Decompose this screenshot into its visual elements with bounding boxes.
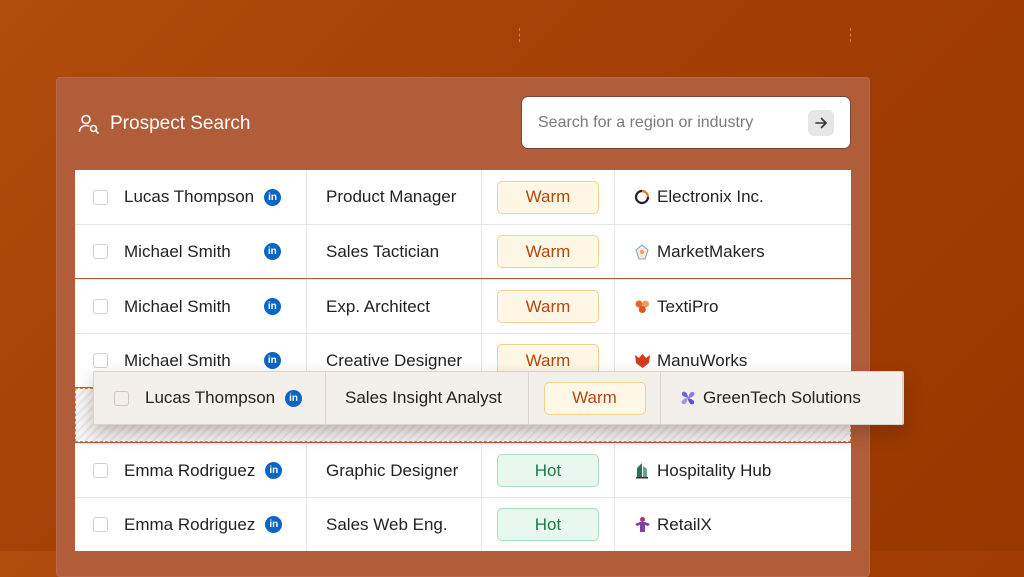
job-title: Sales Web Eng. [307,498,482,551]
company-cell: Hospitality Hub [615,444,851,497]
status-badge: Hot [497,454,599,487]
table-row[interactable]: Lucas Thompson in Product Manager Warm E… [75,170,851,224]
table-row[interactable]: Emma Rodriguez in Sales Web Eng. Hot Ret… [75,497,851,551]
row-checkbox[interactable] [93,463,108,478]
arrow-right-icon [815,117,827,128]
status-cell: Warm [482,280,615,333]
table-row[interactable]: Michael Smith in Exp. Architect Warm Tex… [75,279,851,333]
prospect-name: Michael Smith [124,350,231,370]
page-title-text: Prospect Search [110,113,251,134]
row-checkbox[interactable] [114,390,129,406]
search-focus-marker [519,28,522,42]
prospect-name: Michael Smith [124,241,231,261]
search-submit-button[interactable] [808,109,834,136]
name-cell: Emma Rodriguez in [75,444,307,497]
status-badge: Warm [497,290,599,323]
linkedin-icon[interactable]: in [263,243,281,260]
status-cell: Hot [482,498,615,551]
status-cell: Warm [482,225,615,278]
name-cell: Lucas Thompson in [94,372,326,424]
company-cell: GreenTech Solutions [661,372,903,424]
row-checkbox[interactable] [93,517,108,532]
company-name: GreenTech Solutions [703,388,861,407]
user-search-icon [78,113,100,135]
status-cell: Warm [529,372,661,424]
status-cell: Hot [482,444,615,497]
manuworks-logo-icon [633,352,651,370]
status-badge: Warm [497,180,599,214]
company-name: Hospitality Hub [657,460,772,480]
row-checkbox[interactable] [93,189,108,205]
company-name: MarketMakers [657,241,765,261]
prospect-name: Lucas Thompson [124,187,255,206]
linkedin-icon[interactable]: in [263,298,281,315]
search-focus-marker [850,28,853,42]
job-title: Exp. Architect [307,280,482,333]
row-checkbox[interactable] [93,299,108,314]
name-cell: Michael Smith in [75,225,307,278]
linkedin-icon[interactable]: in [263,352,281,369]
prospect-name: Michael Smith [124,296,231,316]
greentech-logo-icon [679,389,697,407]
company-cell: Electronix Inc. [615,170,851,224]
linkedin-icon[interactable]: in [264,188,282,206]
search-input[interactable] [538,113,800,132]
name-cell: Michael Smith in [75,280,307,333]
company-cell: RetailX [615,498,851,551]
company-name: ManuWorks [657,350,748,370]
prospect-name: Emma Rodriguez [124,460,256,480]
table-row[interactable]: Michael Smith in Sales Tactician Warm Ma… [75,224,851,278]
marketmakers-logo-icon [633,243,651,261]
status-badge: Warm [543,381,646,415]
status-cell: Warm [482,170,615,224]
dragged-row[interactable]: Lucas Thompson in Sales Insight Analyst … [93,371,904,425]
prospect-name: Lucas Thompson [145,388,276,407]
company-name: RetailX [657,514,712,534]
prospect-name: Emma Rodriguez [124,514,256,534]
name-cell: Lucas Thompson in [75,170,307,224]
status-badge: Warm [497,235,599,268]
row-checkbox[interactable] [93,244,108,259]
job-title: Product Manager [307,170,482,224]
search-box[interactable] [521,96,851,149]
job-title: Sales Tactician [307,225,482,278]
linkedin-icon[interactable]: in [265,516,283,533]
electronix-logo-icon [633,188,651,206]
job-title: Sales Insight Analyst [326,372,529,424]
company-name: TextiPro [657,296,719,316]
company-cell: MarketMakers [615,225,851,278]
status-badge: Hot [497,508,599,541]
company-name: Electronix Inc. [657,187,764,206]
company-cell: TextiPro [615,280,851,333]
job-title: Graphic Designer [307,444,482,497]
linkedin-icon[interactable]: in [285,389,303,407]
linkedin-icon[interactable]: in [265,462,283,479]
table-row[interactable]: Emma Rodriguez in Graphic Designer Hot H… [75,443,851,497]
hospitality-hub-logo-icon [633,462,651,480]
row-checkbox[interactable] [93,353,108,368]
retailx-logo-icon [633,516,651,534]
page-title: Prospect Search [78,110,250,138]
textipro-logo-icon [633,298,651,316]
name-cell: Emma Rodriguez in [75,498,307,551]
